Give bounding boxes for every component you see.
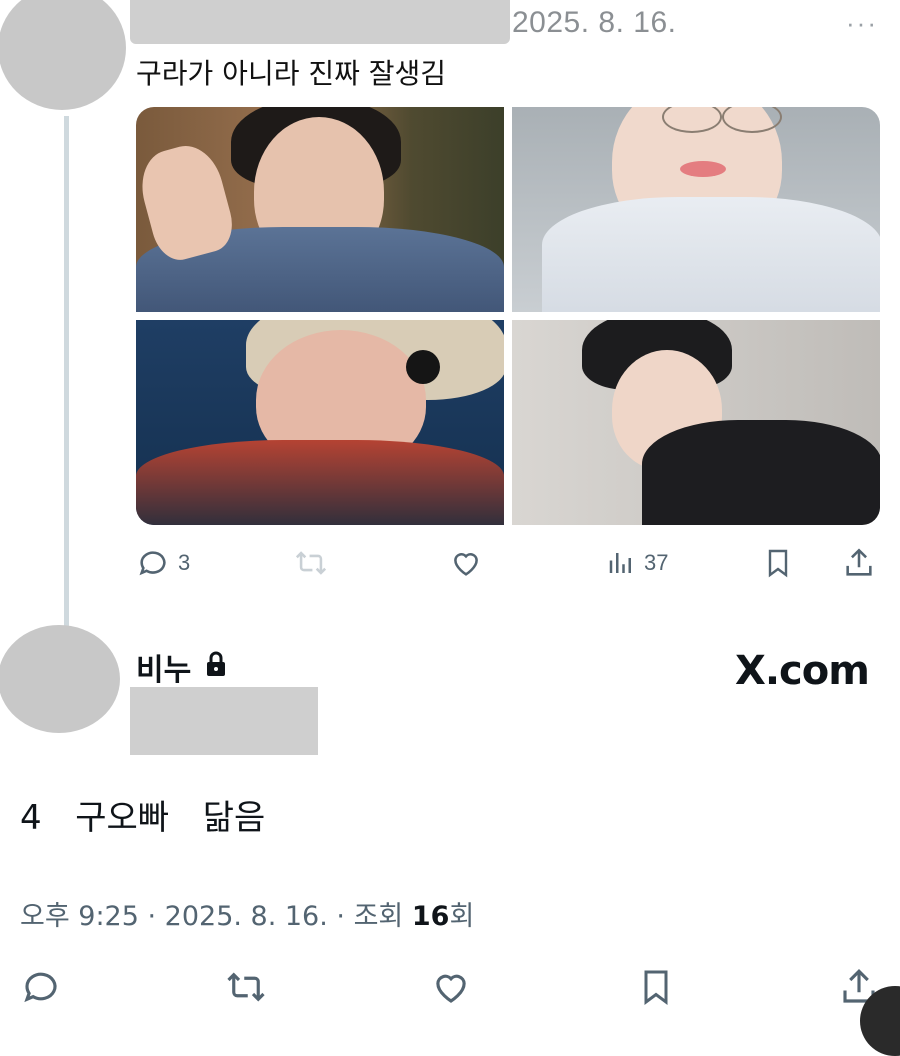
meta-separator-1: · bbox=[138, 901, 165, 932]
like-icon bbox=[436, 974, 466, 1003]
reply-count: 3 bbox=[178, 550, 191, 575]
photo-4[interactable] bbox=[512, 320, 880, 525]
tweet-date-top: 2025. 8. 16. bbox=[512, 6, 677, 39]
author-name[interactable]: 비누 bbox=[136, 645, 191, 689]
photo-4-shirt bbox=[642, 420, 880, 525]
photo-1[interactable] bbox=[136, 107, 504, 312]
retweet-button-main[interactable] bbox=[224, 966, 268, 1013]
retweet-icon bbox=[227, 972, 265, 1002]
handle-redacted bbox=[130, 687, 318, 755]
x-brand-logo: X.com bbox=[735, 648, 870, 694]
avatar-top[interactable] bbox=[0, 0, 126, 110]
share-button[interactable] bbox=[842, 546, 876, 580]
media-grid bbox=[136, 107, 880, 525]
photo-3[interactable] bbox=[136, 320, 504, 525]
views-count: 37 bbox=[644, 550, 669, 575]
bookmark-icon bbox=[644, 970, 668, 1005]
reply-icon bbox=[24, 972, 57, 1003]
reply-button[interactable]: 3 bbox=[136, 546, 190, 580]
tweet-text-top: 구라가 아니라 진짜 잘생김 bbox=[136, 57, 447, 90]
thread-line bbox=[64, 116, 69, 631]
views-count-main: 16 bbox=[411, 901, 450, 932]
views-icon bbox=[609, 553, 631, 573]
lock-icon bbox=[204, 650, 228, 683]
username-redacted-top bbox=[130, 0, 510, 44]
photo-2[interactable] bbox=[512, 107, 880, 312]
main-tweet-text: 4 구오빠 닮음 bbox=[20, 798, 266, 838]
photo-3-sweater bbox=[136, 440, 504, 525]
tweet-meta: 오후 9:25 · 2025. 8. 16. · 조회 16회 bbox=[20, 894, 474, 933]
like-button[interactable] bbox=[448, 546, 484, 580]
tweet-time: 오후 9:25 bbox=[20, 901, 139, 932]
reply-button-main[interactable] bbox=[20, 966, 62, 1013]
meta-separator-2: · bbox=[327, 901, 354, 932]
like-icon bbox=[454, 553, 478, 576]
bookmark-button[interactable] bbox=[762, 546, 794, 580]
bookmark-icon bbox=[768, 549, 788, 578]
reply-icon bbox=[139, 551, 166, 576]
like-button-main[interactable] bbox=[430, 966, 472, 1013]
photo-3-earphone bbox=[406, 350, 440, 384]
photo-1-hand bbox=[136, 138, 239, 266]
views-label: 조회 bbox=[353, 901, 404, 932]
tweet-date: 2025. 8. 16. bbox=[164, 901, 328, 932]
photo-2-hoodie bbox=[542, 197, 880, 312]
photo-2-lips bbox=[680, 161, 726, 177]
more-options-icon[interactable]: ··· bbox=[846, 8, 878, 39]
retweet-button[interactable] bbox=[293, 546, 329, 580]
views-button[interactable]: 37 bbox=[606, 546, 668, 580]
avatar-main[interactable] bbox=[0, 625, 120, 733]
share-icon bbox=[846, 548, 872, 576]
retweet-icon bbox=[295, 551, 327, 575]
views-suffix: 회 bbox=[449, 901, 475, 932]
bookmark-button-main[interactable] bbox=[636, 966, 676, 1013]
